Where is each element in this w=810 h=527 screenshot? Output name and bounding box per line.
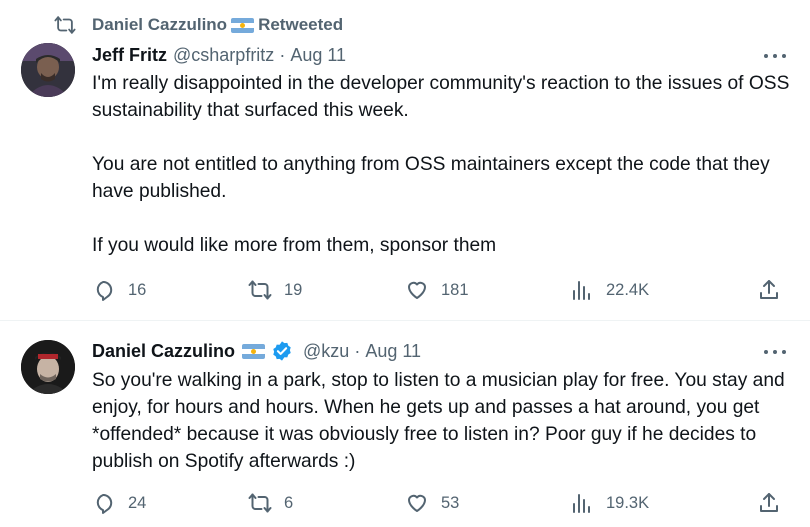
like-button[interactable]: 53 <box>405 490 459 516</box>
views-icon <box>573 494 590 513</box>
separator: · <box>354 340 361 361</box>
tweet-date[interactable]: Aug 11 <box>365 341 421 362</box>
reply-icon <box>96 494 113 514</box>
like-count: 181 <box>441 280 469 299</box>
more-icon[interactable] <box>762 46 788 66</box>
reply-count: 16 <box>128 280 147 299</box>
share-icon <box>760 280 778 299</box>
tweet-paragraph: You are not entitled to anything from OS… <box>92 154 770 202</box>
tweet-text: I'm really disappointed in the developer… <box>92 70 792 259</box>
action-bar: 24 6 53 19.3K <box>92 490 792 516</box>
tweet-paragraph: So you're walking in a park, stop to lis… <box>92 370 785 472</box>
like-count: 53 <box>441 493 460 512</box>
views-button[interactable]: 19.3K <box>570 490 649 516</box>
like-icon <box>408 494 426 512</box>
like-button[interactable]: 181 <box>405 277 469 303</box>
author-handle[interactable]: @csharpfritz <box>173 45 274 66</box>
tweet-header: Jeff Fritz @csharpfritz · Aug 11 <box>92 43 346 67</box>
retweet-button[interactable]: 19 <box>248 277 302 303</box>
more-icon[interactable] <box>762 342 788 362</box>
reply-button[interactable]: 16 <box>92 277 146 303</box>
reply-icon <box>96 281 113 301</box>
tweet[interactable]: Daniel Cazzulino @kzu · Aug 11 So you're… <box>0 321 810 527</box>
like-icon <box>408 281 426 299</box>
reply-button[interactable]: 24 <box>92 490 146 516</box>
share-button[interactable] <box>757 277 781 303</box>
share-icon <box>760 493 778 512</box>
tweet[interactable]: Daniel Cazzulino Retweeted Jeff Fritz @c… <box>0 0 810 321</box>
retweeter-name[interactable]: Daniel Cazzulino <box>92 15 227 35</box>
retweet-icon <box>248 493 272 513</box>
retweet-context[interactable]: Daniel Cazzulino Retweeted <box>54 14 343 36</box>
retweet-count: 6 <box>284 493 294 512</box>
flag-argentina-icon <box>242 343 266 359</box>
author-name[interactable]: Daniel Cazzulino <box>92 341 235 362</box>
retweet-icon <box>248 280 272 300</box>
author-name[interactable]: Jeff Fritz <box>92 45 167 66</box>
separator: · <box>279 44 286 65</box>
tweet-text: So you're walking in a park, stop to lis… <box>92 367 792 475</box>
author-handle[interactable]: @kzu <box>303 341 349 362</box>
share-button[interactable] <box>757 490 781 516</box>
retweet-button[interactable]: 6 <box>248 490 293 516</box>
tweet-date[interactable]: Aug 11 <box>290 45 346 66</box>
reply-count: 24 <box>128 493 147 512</box>
flag-argentina-icon <box>231 17 255 33</box>
retweet-count: 19 <box>284 280 303 299</box>
avatar[interactable] <box>21 340 75 394</box>
avatar[interactable] <box>21 43 75 97</box>
retweet-icon <box>54 16 76 34</box>
verified-badge-icon <box>273 341 291 361</box>
tweet-paragraph: If you would like more from them, sponso… <box>92 235 497 256</box>
retweeted-label: Retweeted <box>258 15 344 34</box>
tweet-header: Daniel Cazzulino @kzu · Aug 11 <box>92 339 421 363</box>
tweet-paragraph: I'm really disappointed in the developer… <box>92 73 790 121</box>
action-bar: 16 19 181 22.4K <box>92 277 792 303</box>
view-count: 19.3K <box>606 493 650 512</box>
views-button[interactable]: 22.4K <box>570 277 649 303</box>
view-count: 22.4K <box>606 280 650 299</box>
views-icon <box>573 281 590 300</box>
